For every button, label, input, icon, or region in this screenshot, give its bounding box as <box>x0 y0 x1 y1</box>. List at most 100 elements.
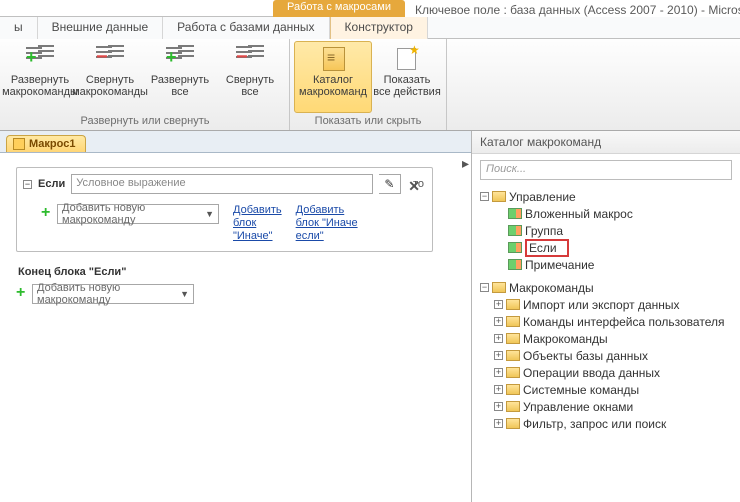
tree-node-commands[interactable]: − Макрокоманды <box>480 279 736 296</box>
macro-catalog-button[interactable]: Каталогмакрокоманд <box>294 41 372 113</box>
folder-icon <box>506 367 520 378</box>
tree-toggle[interactable]: + <box>494 385 503 394</box>
collapse-all-icon <box>234 45 266 71</box>
tree-item-group[interactable]: Группа <box>508 222 736 239</box>
tree-toggle[interactable]: + <box>494 317 503 326</box>
group-caption-expand: Развернуть или свернуть <box>5 113 285 130</box>
outer-add-command-combo[interactable]: Добавить новую макрокоманду ▼ <box>32 284 194 304</box>
tree-item[interactable]: + Макрокоманды <box>494 330 736 347</box>
tree-toggle[interactable]: + <box>494 368 503 377</box>
tab-designer[interactable]: Конструктор <box>330 17 428 39</box>
collapse-toggle[interactable]: − <box>23 180 32 189</box>
macro-icon <box>13 138 25 150</box>
outer-add-command-placeholder: Добавить новую макрокоманду <box>37 282 180 306</box>
tree-label: Фильтр, запрос или поиск <box>523 417 666 431</box>
tree-toggle[interactable]: + <box>494 351 503 360</box>
add-elseif-link[interactable]: Добавить блок "Иначе если" <box>296 204 358 243</box>
tree-item[interactable]: +Команды интерфейса пользователя <box>494 313 736 330</box>
group-caption-show: Показать или скрыть <box>294 113 442 130</box>
folder-icon <box>506 316 520 327</box>
macro-catalog-pane: Каталог макрокоманд Поиск... − Управлени… <box>472 131 740 502</box>
macro-editor: Макрос1 ▸ ✕ − Если Условное выражение ✎ … <box>0 131 472 502</box>
tree-node-flow[interactable]: − Управление <box>480 188 736 205</box>
show-all-icon <box>391 45 423 71</box>
show-all-actions-button[interactable]: Показатьвсе действия <box>372 41 442 113</box>
folder-icon <box>506 384 520 395</box>
tab-external-data[interactable]: Внешние данные <box>38 17 164 39</box>
catalog-l1: Каталог <box>313 74 353 86</box>
tree-label: Вложенный макрос <box>525 207 633 221</box>
tree-toggle[interactable]: + <box>494 300 503 309</box>
add-command-row: + Добавить новую макрокоманду ▼ <box>41 204 219 224</box>
add-command-combo[interactable]: Добавить новую макрокоманду ▼ <box>57 204 219 224</box>
tree-label: Примечание <box>525 258 594 272</box>
if-header: − Если Условное выражение ✎ то <box>23 174 424 194</box>
dropdown-icon: ▼ <box>180 289 189 299</box>
tab-partial[interactable]: ы <box>0 17 38 39</box>
expand-all-button[interactable]: Развернутьвсе <box>145 41 215 113</box>
tree-toggle[interactable]: − <box>480 283 489 292</box>
tree-label-highlighted: Если <box>525 239 569 257</box>
plus-icon: + <box>16 288 28 300</box>
tree-label: Системные команды <box>523 383 639 397</box>
document-tab-label: Макрос1 <box>29 138 75 150</box>
tree-item[interactable]: + Управление окнами <box>494 398 736 415</box>
tree-item[interactable]: + Операции ввода данных <box>494 364 736 381</box>
expand-all-icon <box>164 45 196 71</box>
tree-label: Управление <box>509 190 576 204</box>
collapse-commands-button[interactable]: Свернутьмакрокоманды <box>75 41 145 113</box>
contextual-tab[interactable]: Работа с макросами <box>273 0 405 17</box>
catalog-title: Каталог макрокоманд <box>472 131 740 154</box>
catalog-l2: макрокоманд <box>299 86 367 98</box>
expand-commands-button[interactable]: Развернутьмакрокоманды <box>5 41 75 113</box>
tree-label: Макрокоманды <box>523 332 608 346</box>
outer-add-command-row: + Добавить новую макрокоманду ▼ <box>16 284 461 304</box>
delete-block-button[interactable]: ✕ <box>408 178 420 195</box>
flow-icon <box>508 208 522 219</box>
expression-builder-button[interactable]: ✎ <box>379 174 401 194</box>
tree-item[interactable]: + Объекты базы данных <box>494 347 736 364</box>
folder-icon <box>506 401 520 412</box>
tree-item[interactable]: + Импорт или экспорт данных <box>494 296 736 313</box>
editor-body: ▸ ✕ − Если Условное выражение ✎ то + Доб… <box>0 153 471 502</box>
titlebar-spacer <box>0 0 273 17</box>
document-tab-macro1[interactable]: Макрос1 <box>6 135 86 152</box>
expand-all-l1: Развернуть <box>151 74 209 86</box>
tree-label: Макрокоманды <box>509 281 594 295</box>
tree-item[interactable]: + Системные команды <box>494 381 736 398</box>
tree-item[interactable]: + Фильтр, запрос или поиск <box>494 415 736 432</box>
tree-label: Объекты базы данных <box>523 349 648 363</box>
tree-item-submacro[interactable]: Вложенный макрос <box>508 205 736 222</box>
show-all-l1: Показать <box>384 74 431 86</box>
catalog-search-input[interactable]: Поиск... <box>480 160 732 180</box>
plus-icon: + <box>41 208 53 220</box>
folder-icon <box>506 350 520 361</box>
editor-chevron-icon[interactable]: ▸ <box>462 155 469 172</box>
add-else-link[interactable]: Добавить блок "Иначе" <box>233 204 282 243</box>
flow-icon <box>508 242 522 253</box>
condition-expression-input[interactable]: Условное выражение <box>71 174 373 194</box>
tree-toggle[interactable]: + <box>494 419 503 428</box>
window-title: Ключевое поле : база данных (Access 2007… <box>405 3 740 17</box>
tree-item-if[interactable]: Если <box>508 239 736 256</box>
show-all-l2: все действия <box>373 86 441 98</box>
ribbon: Развернутьмакрокоманды Свернутьмакрокома… <box>0 39 740 131</box>
expand-commands-l1: Развернуть <box>11 74 69 86</box>
if-label: Если <box>38 178 65 190</box>
tab-database-tools[interactable]: Работа с базами данных <box>163 17 329 39</box>
folder-icon <box>506 418 520 429</box>
add-command-placeholder: Добавить новую макрокоманду <box>62 202 205 226</box>
tree-item-comment[interactable]: Примечание <box>508 256 736 273</box>
tree-toggle[interactable]: + <box>494 334 503 343</box>
expand-commands-l2: макрокоманды <box>2 86 78 98</box>
tree-label: Управление окнами <box>523 400 633 414</box>
collapse-all-button[interactable]: Свернутьвсе <box>215 41 285 113</box>
flow-icon <box>508 259 522 270</box>
tree-toggle[interactable]: + <box>494 402 503 411</box>
tree-toggle[interactable]: − <box>480 192 489 201</box>
catalog-tree: − Управление Вложенный макрос Группа Есл… <box>472 186 740 502</box>
collapse-all-l1: Свернуть <box>226 74 274 86</box>
end-if-label: Конец блока "Если" <box>18 266 461 278</box>
tree-label: Операции ввода данных <box>523 366 660 380</box>
tree-label: Импорт или экспорт данных <box>523 298 680 312</box>
